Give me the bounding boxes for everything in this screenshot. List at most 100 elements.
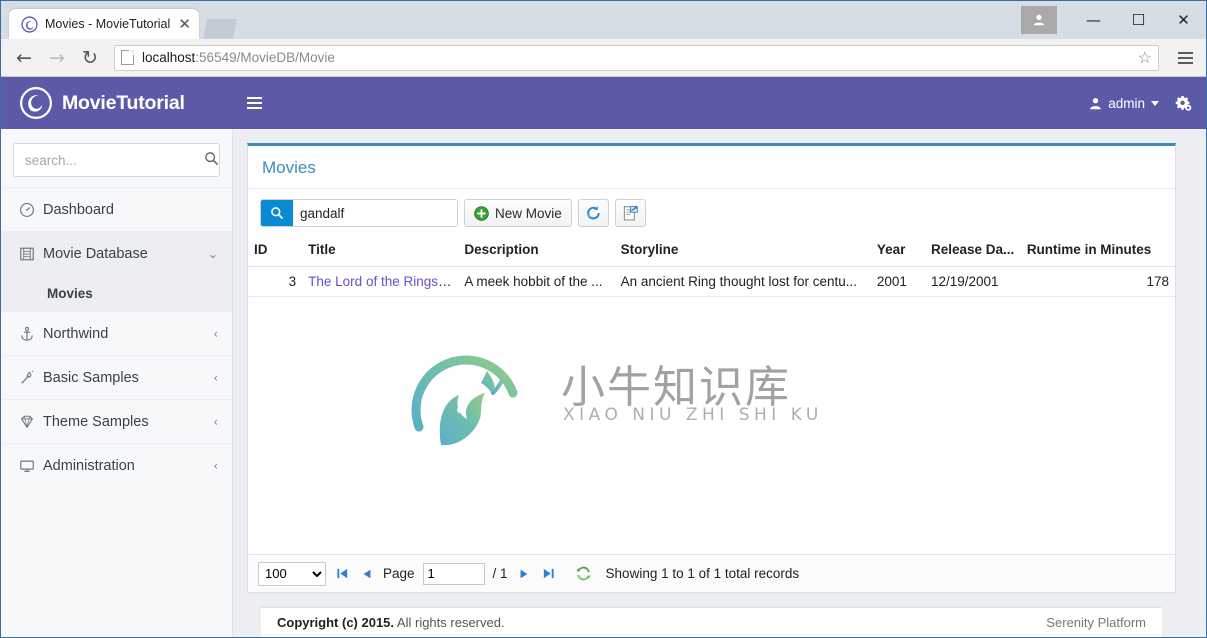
page-info-icon [121,50,134,65]
brand-title: MovieTutorial [62,91,185,114]
maximize-button[interactable]: ☐ [1116,5,1161,35]
anchor-icon [19,326,43,342]
first-page-button[interactable] [334,567,351,580]
table-header-row: ID Title Description Storyline Year Rele… [248,237,1175,267]
sidebar-toggle-icon[interactable] [233,77,275,129]
scroll-gutter [1190,129,1206,637]
person-glyph [1033,14,1045,26]
total-pages-label: / 1 [492,566,508,581]
sidebar-chevron: ‹ [213,326,218,341]
sidebar-item-northwind[interactable]: Northwind ‹ [1,311,232,355]
app-body: Dashboard Movie Database ⌄ Movies Northw… [1,129,1206,637]
page-number-input[interactable] [422,562,485,585]
plus-circle-icon [474,205,489,221]
column-header-storyline[interactable]: Storyline [614,237,871,267]
pager-status: Showing 1 to 1 of 1 total records [605,566,800,581]
search-icon [261,200,293,226]
page-size-select[interactable]: 100 [258,561,326,586]
sidebar-item-label: Basic Samples [43,369,139,386]
last-page-button[interactable] [540,567,557,580]
back-button[interactable]: ← [9,44,39,72]
user-menu[interactable]: admin [1089,96,1159,111]
sidebar: Dashboard Movie Database ⌄ Movies Northw… [1,129,233,637]
column-header-year[interactable]: Year [870,237,925,267]
column-header-runtime[interactable]: Runtime in Minutes [1020,237,1175,267]
column-header-id[interactable]: ID [248,237,303,267]
settings-button[interactable] [1175,95,1192,112]
grid-toolbar: New Movie [248,189,1175,237]
sidebar-search-input[interactable] [23,151,204,169]
movies-grid: ID Title Description Storyline Year Rele… [248,237,1175,554]
sidebar-search[interactable] [13,143,220,177]
spiral-logo-icon [21,15,38,33]
cell-id: 3 [248,266,303,297]
first-page-icon [337,568,348,579]
sidebar-chevron: ‹ [213,458,218,473]
copyright-text: Copyright (c) 2015. All rights reserved. [277,615,505,630]
sidebar-item-label: Administration [43,457,135,474]
new-movie-label: New Movie [495,205,562,221]
url-path: :56549/MovieDB/Movie [195,50,335,65]
next-page-button[interactable] [516,568,532,580]
reload-button[interactable]: ↻ [75,44,105,72]
movies-table: ID Title Description Storyline Year Rele… [248,237,1175,297]
refresh-button[interactable] [577,199,609,227]
tab-close-icon[interactable]: ✕ [178,16,191,32]
sidebar-item-dashboard[interactable]: Dashboard [1,187,232,231]
bookmark-star-icon[interactable]: ☆ [1138,48,1152,68]
cell-storyline: An ancient Ring thought lost for centu..… [614,266,871,297]
browser-menu-icon[interactable] [1172,45,1198,71]
quick-search-input[interactable] [293,200,457,226]
sidebar-chevron-expanded: ⌄ [207,246,218,261]
export-icon [623,205,638,220]
quick-search[interactable] [260,199,458,227]
cell-year: 2001 [870,266,925,297]
prev-page-icon [363,569,371,578]
pager-refresh-button[interactable] [575,565,592,582]
app-header: MovieTutorial admin [1,77,1206,129]
grid-pager: 100 Page / 1 [248,554,1175,592]
column-header-description[interactable]: Description [458,237,615,267]
new-tab-button[interactable] [203,19,237,39]
sidebar-item-basic-samples[interactable]: Basic Samples ‹ [1,355,232,399]
browser-tab[interactable]: Movies - MovieTutorial ✕ [9,9,199,39]
header-right: admin [1089,95,1206,112]
export-button[interactable] [614,199,646,227]
column-header-release-date[interactable]: Release Da... [925,237,1021,267]
copyright-rest: All rights reserved. [394,615,505,630]
movie-title-link[interactable]: The Lord of the Rings:... [308,274,453,289]
sidebar-item-movies[interactable]: Movies [1,275,232,311]
search-icon [204,151,219,170]
table-head: ID Title Description Storyline Year Rele… [248,237,1175,267]
sidebar-item-movie-database[interactable]: Movie Database ⌄ [1,231,232,275]
column-header-title[interactable]: Title [302,237,459,267]
next-page-icon [520,569,527,578]
prev-page-button[interactable] [359,568,375,580]
new-movie-button[interactable]: New Movie [464,199,572,227]
minimize-button[interactable]: — [1071,5,1116,35]
address-bar[interactable]: localhost:56549/MovieDB/Movie ☆ [114,44,1159,71]
table-body: 3 The Lord of the Rings:... A meek hobbi… [248,266,1175,297]
page-title: Movies [248,146,1175,189]
refresh-icon [576,566,591,581]
forward-button[interactable]: → [42,44,72,72]
sidebar-item-label: Theme Samples [43,413,149,430]
movies-panel: Movies gandalf New Movie ID Title Descri… [247,143,1176,593]
user-icon [1090,97,1101,109]
copyright-bold: Copyright (c) 2015. [277,615,395,630]
wand-icon [19,370,43,386]
refresh-icon [586,205,600,219]
table-row[interactable]: 3 The Lord of the Rings:... A meek hobbi… [248,266,1175,297]
sidebar-item-theme-samples[interactable]: Theme Samples ‹ [1,399,232,443]
sidebar-item-administration[interactable]: Administration ‹ [1,443,232,487]
gears-icon [1175,95,1192,111]
last-page-icon [543,568,554,579]
people-icon[interactable] [1021,6,1057,34]
brand-link[interactable]: MovieTutorial [1,77,233,129]
content-area: Movies gandalf New Movie ID Title Descri… [233,129,1190,637]
platform-label: Serenity Platform [1046,615,1146,630]
sidebar-item-label: Dashboard [43,201,114,218]
close-window-button[interactable]: ✕ [1161,5,1206,35]
sidebar-search-wrap [1,129,232,187]
app-footer: Copyright (c) 2015. All rights reserved.… [261,607,1162,637]
